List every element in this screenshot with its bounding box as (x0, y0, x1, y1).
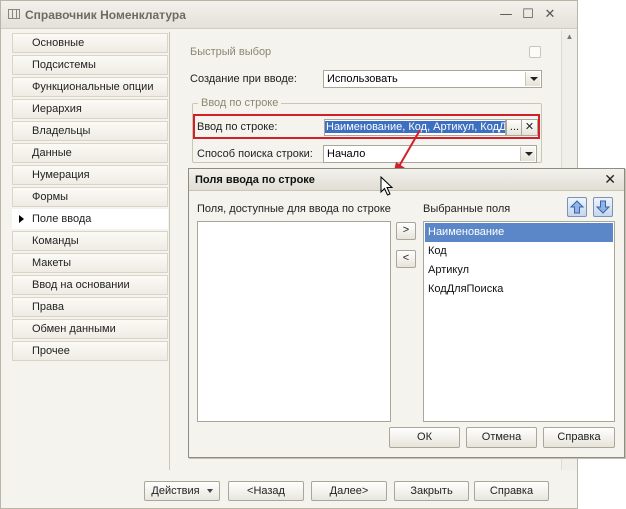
next-button[interactable]: Далее> (311, 481, 387, 501)
nav-panel: Основные Подсистемы Функциональные опции… (10, 32, 170, 470)
close-button[interactable]: Закрыть (394, 481, 469, 501)
quick-select-checkbox[interactable] (529, 46, 541, 58)
nav-item-templates[interactable]: Макеты (12, 253, 168, 273)
input-fields-dialog: Поля ввода по строке ✕ Поля, доступные д… (188, 168, 625, 458)
actions-button[interactable]: Действия (144, 481, 220, 501)
nav-item-main[interactable]: Основные (12, 33, 168, 53)
available-fields-list[interactable] (197, 221, 391, 422)
nav-item-label: Владельцы (32, 125, 91, 137)
nav-item-label: Прочее (32, 345, 70, 357)
nav-item-label: Обмен данными (32, 323, 116, 335)
quick-select-label: Быстрый выбор (190, 46, 272, 58)
search-method-select[interactable]: Начало (323, 145, 537, 163)
actions-label: Действия (151, 485, 200, 497)
create-on-input-label: Создание при вводе: (190, 73, 297, 85)
nav-item-hierarchy[interactable]: Иерархия (12, 99, 168, 119)
group-title: Ввод по строке (198, 97, 282, 109)
clear-button[interactable]: ✕ (521, 119, 538, 136)
nav-item-label: Функциональные опции (32, 81, 154, 93)
remove-field-button[interactable]: < (396, 250, 416, 268)
nav-item-commands[interactable]: Команды (12, 231, 168, 251)
nav-item-input-based-on[interactable]: Ввод на основании (12, 275, 168, 295)
active-marker-icon (19, 215, 24, 223)
add-field-button[interactable]: > (396, 222, 416, 240)
ok-button[interactable]: ОК (389, 427, 460, 448)
selected-fields-list[interactable]: Наименование Код Артикул КодДляПоиска (423, 221, 615, 422)
nav-item-label: Иерархия (32, 103, 82, 115)
nav-item-numbering[interactable]: Нумерация (12, 165, 168, 185)
nav-item-label: Поле ввода (32, 213, 92, 225)
list-item[interactable]: Наименование (425, 223, 613, 242)
nav-item-label: Команды (32, 235, 79, 247)
search-method-label: Способ поиска строки: (197, 148, 313, 160)
nav-item-label: Права (32, 301, 64, 313)
chevron-down-icon (206, 489, 213, 494)
nav-item-rights[interactable]: Права (12, 297, 168, 317)
back-button[interactable]: <Назад (228, 481, 304, 501)
catalog-icon (8, 9, 20, 19)
arrow-up-icon (569, 200, 585, 214)
close-window-button[interactable]: ✕ (541, 6, 559, 24)
available-fields-label: Поля, доступные для ввода по строке (197, 203, 391, 215)
help-button[interactable]: Справка (474, 481, 549, 501)
nav-item-label: Формы (32, 191, 69, 203)
nav-item-functional-options[interactable]: Функциональные опции (12, 77, 168, 97)
nav-item-label: Нумерация (32, 169, 90, 181)
dialog-help-button[interactable]: Справка (543, 427, 615, 448)
nav-item-input-field[interactable]: Поле ввода (12, 209, 168, 229)
create-on-input-select[interactable]: Использовать (323, 70, 542, 88)
selected-fields-label: Выбранные поля (423, 203, 511, 215)
arrow-down-icon (595, 200, 611, 214)
input-by-string-label: Ввод по строке: (197, 121, 278, 133)
dialog-titlebar: Поля ввода по строке ✕ (189, 169, 624, 191)
list-item[interactable]: Код (425, 242, 613, 261)
nav-item-other[interactable]: Прочее (12, 341, 168, 361)
nav-item-label: Подсистемы (32, 59, 96, 71)
nav-item-forms[interactable]: Формы (12, 187, 168, 207)
nav-item-data-exchange[interactable]: Обмен данными (12, 319, 168, 339)
nav-item-owners[interactable]: Владельцы (12, 121, 168, 141)
move-down-button[interactable] (593, 197, 613, 217)
nav-item-data[interactable]: Данные (12, 143, 168, 163)
minimize-button[interactable]: — (497, 6, 515, 24)
create-on-input-value: Использовать (327, 73, 398, 85)
nav-item-label: Ввод на основании (32, 279, 130, 291)
window-title: Справочник Номенклатура (25, 8, 186, 22)
list-item[interactable]: КодДляПоиска (425, 280, 613, 299)
nav-item-subsystems[interactable]: Подсистемы (12, 55, 168, 75)
dialog-title: Поля ввода по строке (195, 174, 315, 186)
list-item[interactable]: Артикул (425, 261, 613, 280)
mouse-cursor-icon (380, 176, 394, 196)
nav-item-label: Данные (32, 147, 72, 159)
nav-item-label: Основные (32, 37, 85, 49)
titlebar: Справочник Номенклатура — ☐ ✕ (1, 1, 577, 29)
nav-item-label: Макеты (32, 257, 72, 269)
dialog-close-icon[interactable]: ✕ (604, 171, 616, 188)
search-method-value: Начало (327, 148, 366, 160)
chevron-down-icon[interactable] (520, 147, 535, 161)
scroll-up-icon[interactable]: ▲ (564, 32, 575, 46)
maximize-button[interactable]: ☐ (519, 6, 537, 24)
chevron-down-icon[interactable] (525, 72, 540, 86)
cancel-button[interactable]: Отмена (466, 427, 537, 448)
move-up-button[interactable] (567, 197, 587, 217)
